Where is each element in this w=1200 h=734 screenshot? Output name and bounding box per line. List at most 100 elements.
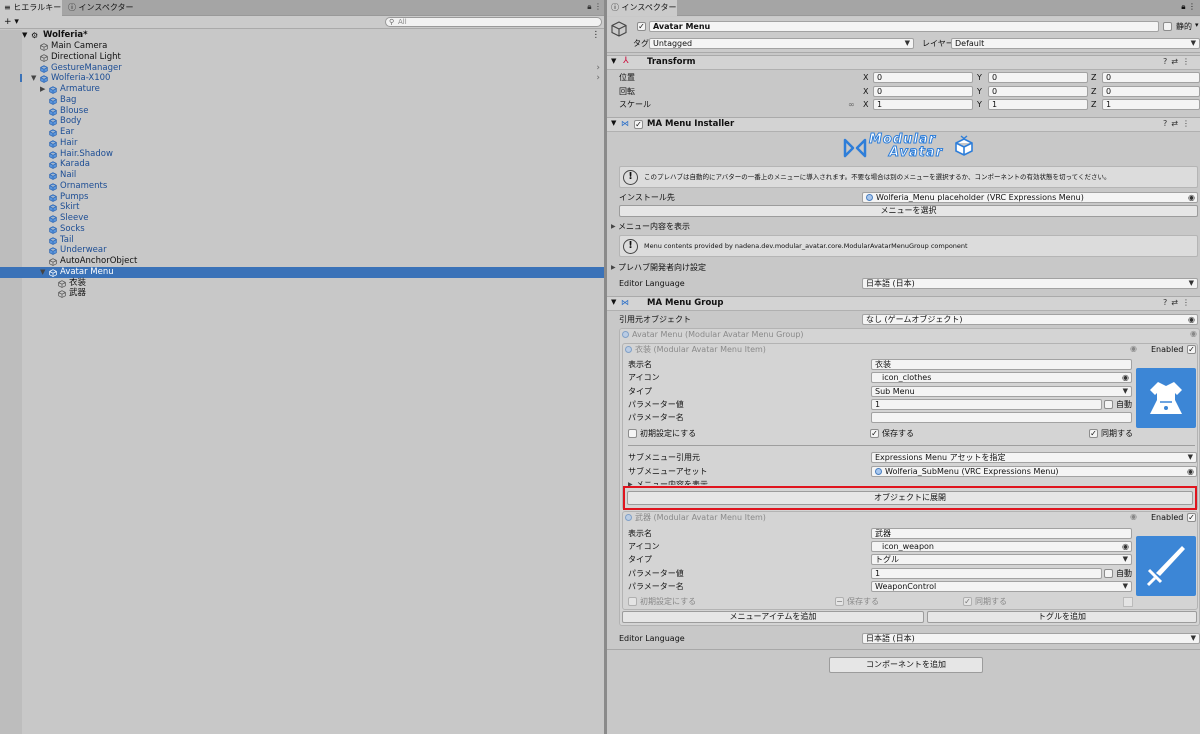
hierarchy-row[interactable]: ▶ Armature bbox=[0, 84, 604, 95]
hierarchy-row[interactable]: Sleeve bbox=[0, 213, 604, 224]
hierarchy-row[interactable]: Hair bbox=[0, 138, 604, 149]
scene-menu-icon[interactable]: ⋮ bbox=[592, 30, 601, 41]
pos-y-field[interactable]: 0 bbox=[988, 72, 1088, 83]
static-checkbox[interactable] bbox=[1163, 22, 1172, 31]
kebab-menu-icon[interactable]: ⋮ bbox=[594, 2, 602, 11]
component-header-icons[interactable]: ?⇄⋮ bbox=[1163, 57, 1194, 66]
item2-sync-checkbox[interactable]: ✓ bbox=[963, 597, 972, 606]
object-name-field[interactable]: Avatar Menu bbox=[649, 21, 1159, 32]
fold-arrow-right-icon[interactable]: ▶ bbox=[40, 84, 45, 95]
fold-arrow-icon[interactable]: ▼ bbox=[611, 298, 616, 306]
item2-icon-field[interactable]: icon_weapon ◉ bbox=[871, 541, 1132, 552]
hierarchy-row[interactable]: Pumps bbox=[0, 192, 604, 203]
hierarchy-row[interactable]: Main Camera bbox=[0, 41, 604, 52]
hierarchy-row[interactable]: ▼ Wolferia-X100 › bbox=[0, 73, 604, 84]
fold-arrow-icon[interactable]: ▼ bbox=[611, 119, 616, 127]
object-picker-icon[interactable]: ◉ bbox=[1122, 542, 1129, 551]
show-menu-contents-foldout[interactable]: メニュー内容を表示 bbox=[618, 221, 690, 232]
source-object-field[interactable]: なし (ゲームオブジェクト) ◉ bbox=[862, 314, 1198, 325]
item1-type-dropdown[interactable]: Sub Menu ▼ bbox=[871, 386, 1132, 397]
object-picker-icon[interactable]: ◉ bbox=[1188, 315, 1195, 324]
lock-icon[interactable]: 🔒︎ bbox=[587, 2, 591, 11]
item2-param-name-field[interactable]: WeaponControl ▼ bbox=[871, 581, 1132, 592]
item1-submenu-asset-field[interactable]: Wolferia_SubMenu (VRC Expressions Menu) ◉ bbox=[871, 466, 1197, 477]
scl-z-field[interactable]: 1 bbox=[1102, 99, 1200, 110]
hierarchy-row[interactable]: Nail bbox=[0, 170, 604, 181]
layer-dropdown[interactable]: Default ▼ bbox=[951, 38, 1200, 49]
hierarchy-row[interactable]: Directional Light bbox=[0, 52, 604, 63]
hierarchy-search-input[interactable]: ⚲ All bbox=[385, 17, 602, 27]
hierarchy-row[interactable]: Hair.Shadow bbox=[0, 149, 604, 160]
item1-initial-checkbox[interactable] bbox=[628, 429, 637, 438]
scl-y-field[interactable]: 1 bbox=[988, 99, 1088, 110]
install-target-field[interactable]: Wolferia_Menu placeholder (VRC Expressio… bbox=[862, 192, 1198, 203]
object-picker-icon[interactable]: ◉ bbox=[1130, 512, 1137, 521]
item2-type-dropdown[interactable]: トグル ▼ bbox=[871, 554, 1132, 565]
pos-x-field[interactable]: 0 bbox=[873, 72, 973, 83]
object-picker-icon[interactable]: ◉ bbox=[1188, 193, 1195, 202]
hierarchy-row[interactable]: GestureManager › bbox=[0, 63, 604, 74]
fold-arrow-down-icon[interactable]: ▼ bbox=[31, 73, 36, 84]
item2-param-value-field[interactable]: 1 bbox=[871, 568, 1102, 579]
inspector-lock-menu[interactable]: 🔒︎ ⋮ bbox=[1181, 2, 1196, 12]
object-picker-icon[interactable]: ◉ bbox=[1187, 467, 1194, 476]
hierarchy-row[interactable]: Tail bbox=[0, 235, 604, 246]
tab-hierarchy[interactable]: ≡ ヒエラルキー bbox=[0, 0, 62, 16]
add-toggle-button[interactable]: トグルを追加 bbox=[927, 611, 1197, 623]
fold-arrow-icon[interactable]: ▶ bbox=[611, 223, 616, 230]
hierarchy-row[interactable]: Blouse bbox=[0, 106, 604, 117]
group-editor-language-dropdown[interactable]: 日本語 (日本) ▼ bbox=[862, 633, 1200, 644]
item2-initial-checkbox[interactable] bbox=[628, 597, 637, 606]
prefab-open-chevron-icon[interactable]: › bbox=[596, 63, 600, 74]
item1-icon-field[interactable]: icon_clothes ◉ bbox=[871, 372, 1132, 383]
tab-inspector-left[interactable]: ⓘ インスペクター bbox=[64, 0, 154, 16]
rot-y-field[interactable]: 0 bbox=[988, 86, 1088, 97]
expand-to-objects-button[interactable]: オブジェクトに展開 bbox=[627, 491, 1193, 505]
hierarchy-row[interactable]: ▼ Avatar Menu bbox=[0, 266, 604, 278]
add-menu-item-button[interactable]: メニューアイテムを追加 bbox=[622, 611, 924, 623]
item1-param-value-field[interactable]: 1 bbox=[871, 399, 1102, 410]
tab-inspector[interactable]: ⓘ インスペクター bbox=[607, 0, 677, 16]
hierarchy-row[interactable]: Karada bbox=[0, 159, 604, 170]
kebab-menu-icon[interactable]: ⋮ bbox=[1188, 2, 1196, 11]
item1-sync-checkbox[interactable]: ✓ bbox=[1089, 429, 1098, 438]
hierarchy-row[interactable]: Bag bbox=[0, 95, 604, 106]
component-header-icons[interactable]: ?⇄⋮ bbox=[1163, 119, 1194, 128]
fold-arrow-icon[interactable]: ▼ bbox=[611, 57, 616, 65]
prefab-open-chevron-icon[interactable]: › bbox=[596, 73, 600, 84]
menu-group-header[interactable]: ▼ ⋈ MA Menu Group ?⇄⋮ bbox=[607, 296, 1200, 311]
tag-dropdown[interactable]: Untagged ▼ bbox=[649, 38, 914, 49]
item1-auto-checkbox[interactable] bbox=[1104, 400, 1113, 409]
item1-param-name-field[interactable] bbox=[871, 412, 1132, 423]
hierarchy-row[interactable]: Socks bbox=[0, 224, 604, 235]
rot-z-field[interactable]: 0 bbox=[1102, 86, 1200, 97]
object-picker-icon[interactable]: ◉ bbox=[1122, 373, 1129, 382]
item1-show-menu-contents-foldout[interactable]: メニュー内容を表示 bbox=[636, 479, 708, 485]
fold-arrow-icon[interactable]: ▶ bbox=[611, 264, 616, 271]
item1-enabled-checkbox[interactable]: ✓ bbox=[1187, 345, 1196, 354]
item2-auto-checkbox[interactable] bbox=[1104, 569, 1113, 578]
item2-save-checkbox[interactable]: − bbox=[835, 597, 844, 606]
tab-lock-menu[interactable]: 🔒︎ ⋮ bbox=[587, 2, 602, 12]
menu-installer-header[interactable]: ▼ ⋈ ✓ MA Menu Installer ?⇄⋮ bbox=[607, 117, 1200, 132]
prefab-dev-settings-foldout[interactable]: プレハブ開発者向け設定 bbox=[618, 262, 706, 273]
fold-arrow-icon[interactable]: ▼ bbox=[22, 30, 27, 41]
link-icon[interactable]: ∞ bbox=[848, 99, 855, 110]
fold-arrow-down-icon[interactable]: ▼ bbox=[40, 267, 45, 278]
item1-save-checkbox[interactable]: ✓ bbox=[870, 429, 879, 438]
select-menu-button[interactable]: メニューを選択 bbox=[619, 205, 1198, 217]
item2-display-name-field[interactable]: 武器 bbox=[871, 528, 1132, 539]
pos-z-field[interactable]: 0 bbox=[1102, 72, 1200, 83]
object-active-checkbox[interactable]: ✓ bbox=[637, 22, 646, 31]
hierarchy-row[interactable]: AutoAnchorObject bbox=[0, 256, 604, 267]
lock-icon[interactable]: 🔒︎ bbox=[1181, 2, 1185, 11]
component-header-icons[interactable]: ?⇄⋮ bbox=[1163, 298, 1194, 307]
scene-row[interactable]: ▼ ⚙ Wolferia* ⋮ bbox=[0, 30, 604, 41]
hierarchy-row[interactable]: Skirt bbox=[0, 202, 604, 213]
transform-header[interactable]: ▼ ⅄ Transform ?⇄⋮ bbox=[607, 55, 1200, 70]
item1-submenu-source-dropdown[interactable]: Expressions Menu アセットを指定 ▼ bbox=[871, 452, 1197, 463]
item2-enabled-checkbox[interactable]: ✓ bbox=[1187, 513, 1196, 522]
add-object-button[interactable]: + ▾ bbox=[4, 16, 19, 28]
scl-x-field[interactable]: 1 bbox=[873, 99, 973, 110]
hierarchy-row[interactable]: Underwear bbox=[0, 245, 604, 256]
